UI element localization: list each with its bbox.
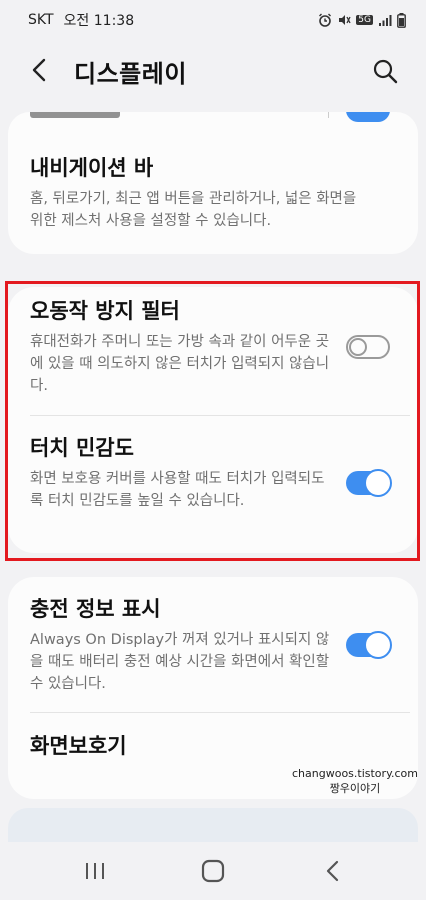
settings-card-touch: 오동작 방지 필터 휴대전화가 주머니 또는 가방 속과 같이 어두운 곳에 있…	[8, 287, 418, 553]
accidental-touch-toggle[interactable]	[346, 335, 390, 359]
settings-card-navigation: 내비게이션 바 홈, 뒤로가기, 최근 앱 버튼을 관리하거나, 넓은 화면을 …	[8, 112, 418, 254]
alarm-icon	[318, 13, 332, 27]
carrier-label: SKT	[28, 12, 54, 28]
setting-title: 화면보호기	[30, 734, 127, 758]
divider	[30, 712, 410, 713]
toggle-knob	[349, 338, 367, 356]
clipped-previous-row	[8, 112, 418, 126]
watermark: changwoos.tistory.com 짱우이야기	[292, 766, 418, 796]
charging-info-toggle[interactable]	[346, 631, 392, 659]
signal-icon	[378, 13, 392, 27]
page-title: 디스플레이	[74, 60, 187, 88]
status-bar: SKT 오전 11:38 5G	[0, 0, 426, 40]
setting-description: 화면 보호용 커버를 사용할 때도 터치가 입력되도록 터치 민감도를 높일 수…	[30, 471, 325, 509]
battery-icon	[397, 12, 406, 28]
divider	[30, 415, 410, 416]
mute-icon	[337, 13, 351, 27]
toggle-knob	[364, 469, 392, 497]
setting-description: 휴대전화가 주머니 또는 가방 속과 같이 어두운 곳에 있을 때 의도하지 않…	[30, 334, 330, 394]
watermark-blog-name: 짱우이야기	[329, 782, 381, 795]
setting-description: 홈, 뒤로가기, 최근 앱 버튼을 관리하거나, 넓은 화면을 위한 제스처 사…	[30, 191, 357, 229]
app-bar: 디스플레이	[0, 44, 426, 96]
touch-sensitivity-toggle[interactable]	[346, 469, 392, 497]
setting-title: 오동작 방지 필터	[30, 299, 180, 323]
clock: 오전 11:38	[63, 13, 135, 29]
setting-item-navigation-bar[interactable]: 내비게이션 바 홈, 뒤로가기, 최근 앱 버튼을 관리하거나, 넓은 화면을 …	[8, 154, 418, 232]
system-nav-bar	[0, 842, 426, 900]
status-icons: 5G	[318, 12, 406, 28]
back-icon[interactable]	[318, 857, 348, 885]
setting-title: 터치 민감도	[30, 436, 134, 460]
setting-title: 내비게이션 바	[30, 156, 154, 180]
network-badge: 5G	[356, 15, 373, 25]
setting-description: Always On Display가 꺼져 있거나 표시되지 않을 때도 배터리…	[30, 632, 330, 692]
watermark-url: changwoos.tistory.com	[292, 767, 418, 780]
setting-item-screen-saver[interactable]: 화면보호기	[8, 732, 418, 760]
setting-title: 충전 정보 표시	[30, 597, 161, 621]
recent-apps-icon[interactable]	[80, 857, 110, 885]
back-arrow-icon[interactable]	[26, 56, 54, 84]
home-icon[interactable]	[198, 857, 228, 885]
search-icon[interactable]	[370, 56, 400, 86]
toggle-knob	[364, 631, 392, 659]
